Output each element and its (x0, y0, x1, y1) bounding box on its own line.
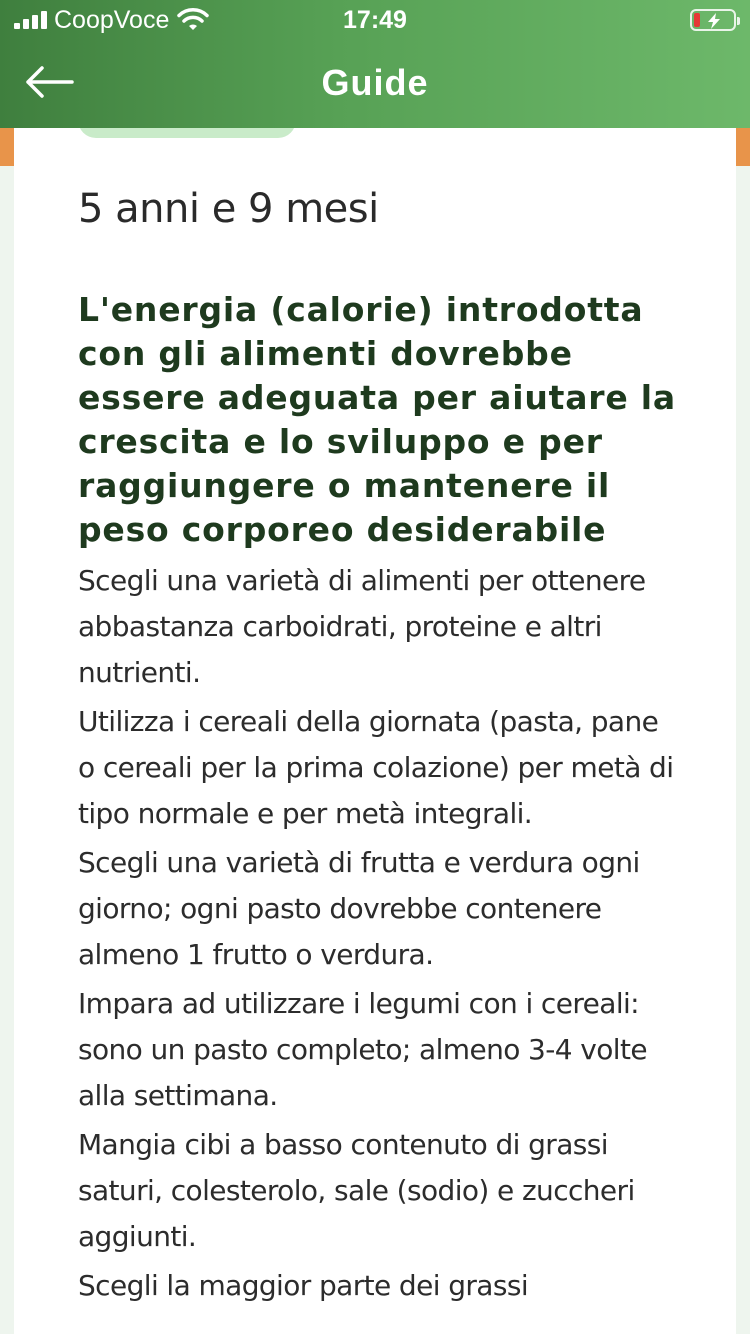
guide-paragraph: Scegli una varietà di alimenti per otten… (78, 564, 646, 689)
status-time: 17:49 (343, 6, 407, 34)
back-button[interactable] (24, 60, 84, 108)
arrow-left-icon (24, 65, 76, 104)
accent-strip-left (0, 128, 14, 166)
page-title: Guide (321, 62, 429, 103)
app-screen: CoopVoce 17:49 Guide 5 anni e 9 mesi L'e… (0, 0, 750, 1334)
section-heading: L'energia (calorie) introdotta con gli a… (78, 290, 676, 549)
status-bar: CoopVoce 17:49 (0, 0, 750, 42)
header: CoopVoce 17:49 Guide (0, 0, 750, 128)
guide-content: 5 anni e 9 mesi L'energia (calorie) intr… (78, 184, 678, 1309)
accent-strip-right (736, 128, 750, 166)
guide-paragraph: Impara ad utilizzare i legumi con i cere… (78, 987, 648, 1112)
navigation-bar: Guide (0, 42, 750, 128)
guide-card[interactable]: 5 anni e 9 mesi L'energia (calorie) intr… (14, 100, 736, 1334)
guide-paragraph: Mangia cibi a basso contenuto di grassi … (78, 1128, 635, 1253)
guide-paragraph: Scegli una varietà di frutta e verdura o… (78, 846, 640, 971)
battery-charging-icon (690, 9, 740, 31)
guide-paragraph: Scegli la maggior parte dei grassi (78, 1269, 529, 1302)
guide-paragraph: Utilizza i cereali della giornata (pasta… (78, 705, 674, 830)
age-title: 5 anni e 9 mesi (78, 186, 379, 232)
